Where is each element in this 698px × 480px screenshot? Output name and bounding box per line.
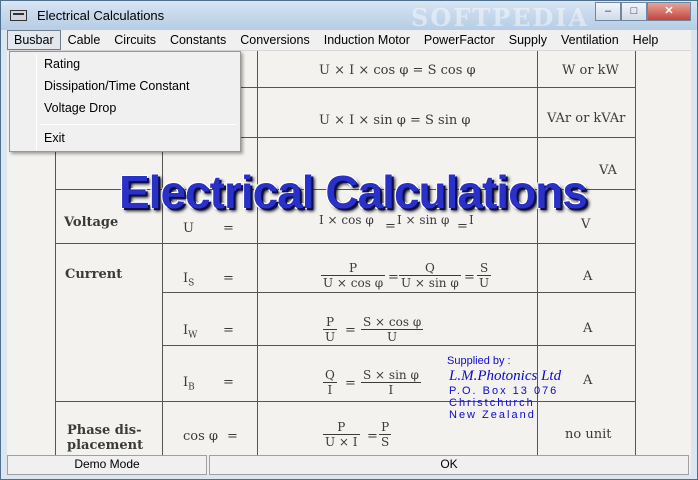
equals-sign: = <box>345 323 356 338</box>
status-demo-mode: Demo Mode <box>7 455 207 475</box>
supplied-by-label: Supplied by : <box>447 355 511 367</box>
softpedia-watermark: SOFTPEDIA <box>411 3 590 32</box>
equals-sign: = <box>223 375 234 390</box>
equals-sign: = <box>223 221 234 236</box>
unit-apparent-power: VA <box>599 163 617 178</box>
busbar-dropdown-menu: Rating Dissipation/Time Constant Voltage… <box>9 51 241 152</box>
fraction-iw-1: PU <box>323 315 338 344</box>
menu-cable[interactable]: Cable <box>61 30 108 50</box>
table-line <box>162 292 635 293</box>
minimize-button[interactable]: – <box>595 2 621 21</box>
menu-powerfactor[interactable]: PowerFactor <box>417 30 502 50</box>
menu-item-dissipation-time-constant[interactable]: Dissipation/Time Constant <box>44 79 189 93</box>
maximize-button[interactable]: □ <box>621 2 647 21</box>
system-menu-icon[interactable] <box>10 10 27 21</box>
status-ok: OK <box>209 455 689 475</box>
fraction-phase-2: PS <box>379 420 392 449</box>
menu-item-exit[interactable]: Exit <box>44 131 65 145</box>
menu-help[interactable]: Help <box>626 30 666 50</box>
menu-item-voltage-drop[interactable]: Voltage Drop <box>44 101 116 115</box>
menu-item-rating[interactable]: Rating <box>44 57 80 71</box>
label-phase-2: placement <box>67 438 144 453</box>
unit-reactive-power: VAr or kVAr <box>547 111 626 126</box>
menu-ventilation[interactable]: Ventilation <box>554 30 626 50</box>
table-line <box>635 51 636 455</box>
menu-induction-motor[interactable]: Induction Motor <box>317 30 417 50</box>
symbol-is: IS <box>183 271 195 289</box>
status-bar: Demo Mode OK <box>7 455 691 475</box>
supplier-company: L.M.Photonics Ltd <box>449 368 562 384</box>
close-button[interactable]: ✕ <box>647 2 691 21</box>
equals-sign: = <box>227 429 238 444</box>
formula-reactive-power: U × I × sin φ = S sin φ <box>319 113 471 128</box>
unit-is: A <box>583 269 593 284</box>
menu-constants[interactable]: Constants <box>163 30 233 50</box>
table-line <box>162 345 635 346</box>
menu-gutter <box>36 54 37 150</box>
unit-active-power: W or kW <box>562 63 619 78</box>
app-banner-title: Electrical Calculations <box>119 166 588 218</box>
app-window: Electrical Calculations SOFTPEDIA – □ ✕ … <box>0 0 698 480</box>
window-title: Electrical Calculations <box>37 8 165 23</box>
equals-sign: = <box>223 271 234 286</box>
window-controls: – □ ✕ <box>595 2 691 21</box>
menu-separator <box>40 124 236 125</box>
fraction-is-1: PU × cos φ <box>321 261 386 290</box>
equals-sign: = <box>345 376 356 391</box>
supplier-address-3: New Zealand <box>449 409 536 421</box>
supplier-info: Supplied by : L.M.Photonics Ltd P.O. Box… <box>447 355 561 421</box>
supplier-address-2: Christchurch <box>449 397 535 409</box>
fraction-is-2: QU × sin φ <box>399 261 461 290</box>
symbol-ib: IB <box>183 375 195 393</box>
fraction-ib-2: S × sin φI <box>361 368 421 397</box>
menu-busbar[interactable]: Busbar <box>7 30 61 50</box>
unit-phase: no unit <box>565 427 612 442</box>
equals-sign: = <box>464 270 475 285</box>
fraction-ib-1: QI <box>323 368 337 397</box>
fraction-iw-2: S × cos φU <box>361 315 424 344</box>
equals-sign: = <box>367 429 378 444</box>
menu-circuits[interactable]: Circuits <box>107 30 163 50</box>
label-current: Current <box>65 267 123 282</box>
symbol-iw: IW <box>183 323 198 341</box>
symbol-cos-phi: cos φ <box>183 429 219 444</box>
unit-voltage: V <box>581 217 591 232</box>
fraction-is-3: SU <box>477 261 492 290</box>
supplier-address-1: P.O. Box 13 076 <box>449 385 559 397</box>
label-phase-1: Phase dis- <box>67 423 142 438</box>
fraction-phase-1: PU × I <box>323 420 360 449</box>
unit-iw: A <box>583 321 593 336</box>
table-line <box>55 243 635 244</box>
menu-conversions[interactable]: Conversions <box>233 30 316 50</box>
symbol-voltage: U <box>183 221 194 236</box>
menu-supply[interactable]: Supply <box>502 30 554 50</box>
title-bar[interactable]: Electrical Calculations SOFTPEDIA – □ ✕ <box>1 1 697 32</box>
table-line <box>257 51 258 455</box>
formula-active-power: U × I × cos φ = S cos φ <box>319 63 476 78</box>
menu-bar: Busbar Cable Circuits Constants Conversi… <box>7 30 691 51</box>
equals-sign: = <box>388 270 399 285</box>
label-voltage: Voltage <box>64 215 119 230</box>
equals-sign: = <box>223 323 234 338</box>
unit-ib: A <box>583 373 593 388</box>
